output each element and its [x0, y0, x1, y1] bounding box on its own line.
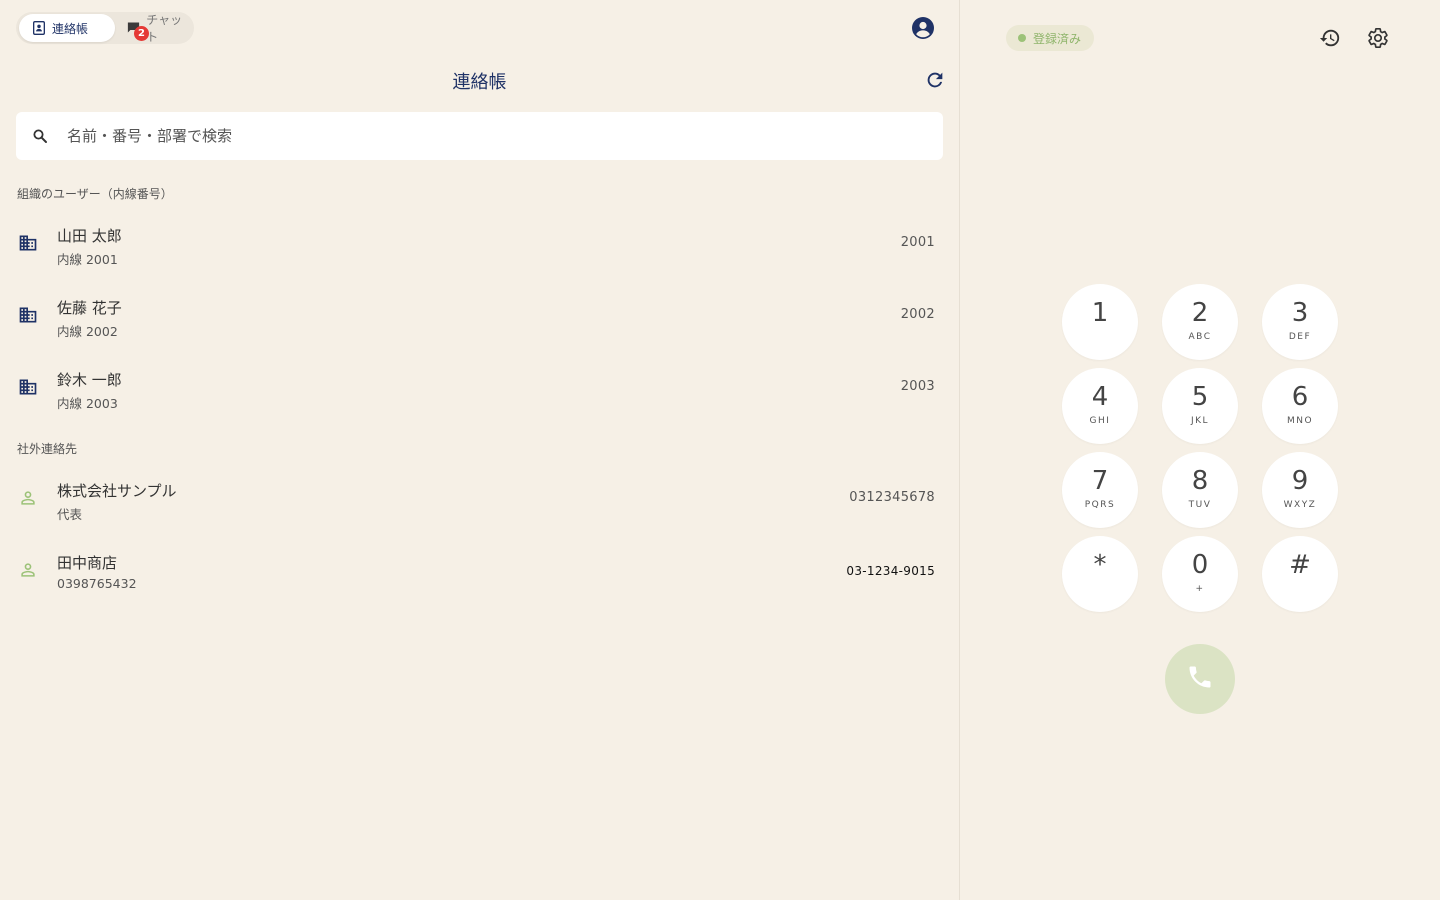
contact-row[interactable]: 株式会社サンプル 代表 0312345678: [16, 468, 943, 528]
contact-number: 0312345678: [849, 490, 935, 505]
contact-sub: 代表: [57, 507, 83, 522]
key-letters: +: [1195, 584, 1205, 594]
dialpad-key-2[interactable]: 2 ABC: [1162, 284, 1238, 360]
person-icon: [18, 560, 38, 580]
contact-sub: 内線 2003: [57, 396, 118, 411]
key-digit: 0: [1191, 550, 1209, 580]
dialpad-key-hash[interactable]: #: [1262, 536, 1338, 612]
contact-row[interactable]: 佐藤 花子 内線 2002 2002: [16, 285, 943, 345]
key-digit: 4: [1091, 382, 1109, 412]
search-icon: [31, 127, 49, 145]
contact-name: 鈴木 一郎: [57, 371, 122, 389]
tab-contacts[interactable]: 連絡帳: [19, 14, 115, 42]
contact-book-icon: [31, 20, 47, 36]
key-digit: 9: [1291, 466, 1309, 496]
view-tabs: 連絡帳 チャット 2: [16, 12, 194, 44]
dialpad-key-9[interactable]: 9 WXYZ: [1262, 452, 1338, 528]
key-digit: 7: [1091, 466, 1109, 496]
tab-contacts-label: 連絡帳: [52, 21, 89, 36]
person-icon: [18, 488, 38, 508]
key-digit: 6: [1291, 382, 1309, 412]
key-digit: 8: [1191, 466, 1209, 496]
contact-sub: 内線 2001: [57, 252, 118, 267]
search-input[interactable]: [67, 127, 887, 145]
dialpad-key-1[interactable]: 1: [1062, 284, 1138, 360]
key-letters: GHI: [1089, 416, 1111, 426]
contact-sub: 0398765432: [57, 576, 137, 591]
key-digit: *: [1093, 550, 1107, 580]
section-label-external: 社外連絡先: [17, 442, 78, 456]
key-digit: 3: [1291, 298, 1309, 328]
contact-number: 2002: [900, 307, 935, 322]
key-letters: ABC: [1188, 332, 1212, 342]
tab-chat[interactable]: チャット: [112, 13, 192, 44]
contact-number: 03-1234-9015: [846, 564, 935, 578]
history-icon[interactable]: [1319, 27, 1341, 49]
contact-row[interactable]: 鈴木 一郎 内線 2003 2003: [16, 357, 943, 417]
dialer-panel: 登録済み 1 2 ABC 3 DEF 4 GHI 5 JKL 6 MNO 7 P…: [960, 0, 1440, 900]
search-bar: [16, 112, 943, 160]
section-label-internal: 組織のユーザー（内線番号）: [17, 187, 173, 201]
key-digit: #: [1289, 550, 1311, 580]
account-icon[interactable]: [911, 16, 935, 40]
dialpad-key-3[interactable]: 3 DEF: [1262, 284, 1338, 360]
key-letters: JKL: [1190, 416, 1210, 426]
registration-status-badge: 登録済み: [1006, 25, 1094, 51]
key-letters: PQRS: [1084, 500, 1116, 510]
refresh-icon[interactable]: [924, 69, 946, 91]
call-button[interactable]: [1165, 644, 1235, 714]
page-title: 連絡帳: [452, 72, 507, 93]
chat-unread-badge: 2: [134, 26, 149, 41]
contact-row[interactable]: 山田 太郎 内線 2001 2001: [16, 213, 943, 273]
key-letters: TUV: [1188, 500, 1212, 510]
key-letters: DEF: [1288, 332, 1312, 342]
contact-name: 山田 太郎: [57, 227, 122, 245]
gear-icon[interactable]: [1367, 27, 1389, 49]
contact-row[interactable]: 田中商店 0398765432 03-1234-9015: [16, 540, 943, 600]
dialpad-key-4[interactable]: 4 GHI: [1062, 368, 1138, 444]
dialpad-key-6[interactable]: 6 MNO: [1262, 368, 1338, 444]
contact-name: 佐藤 花子: [57, 299, 122, 317]
dialpad-key-0[interactable]: 0 +: [1162, 536, 1238, 612]
contact-name: 田中商店: [57, 554, 118, 572]
dialpad-key-5[interactable]: 5 JKL: [1162, 368, 1238, 444]
dialpad-key-8[interactable]: 8 TUV: [1162, 452, 1238, 528]
key-letters: WXYZ: [1283, 500, 1317, 510]
building-icon: [18, 305, 38, 325]
contact-number: 2001: [900, 235, 935, 250]
status-label: 登録済み: [1033, 31, 1082, 46]
status-dot-icon: [1018, 34, 1026, 42]
dialpad-key-7[interactable]: 7 PQRS: [1062, 452, 1138, 528]
building-icon: [18, 233, 38, 253]
building-icon: [18, 377, 38, 397]
key-letters: MNO: [1286, 416, 1314, 426]
phone-icon: [1186, 663, 1214, 695]
contacts-panel: 連絡帳 チャット 2 連絡帳 組織のユーザー（内線番号） 山田 太郎 内線 20…: [0, 0, 959, 900]
tab-chat-label: チャット: [146, 13, 183, 44]
contact-number: 2003: [900, 379, 935, 394]
key-digit: 5: [1191, 382, 1209, 412]
key-digit: 2: [1191, 298, 1209, 328]
contact-name: 株式会社サンプル: [57, 482, 177, 500]
key-digit: 1: [1091, 298, 1109, 328]
dialpad-key-star[interactable]: *: [1062, 536, 1138, 612]
contact-sub: 内線 2002: [57, 324, 118, 339]
